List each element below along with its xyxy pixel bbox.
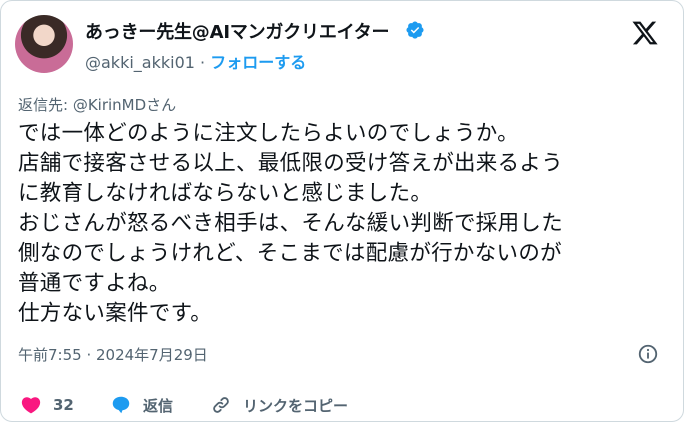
link-icon	[213, 397, 229, 413]
display-name[interactable]: あっきー先生@AIマンガクリエイター	[85, 18, 390, 44]
tweet-text-line: に教育しなければならないと感じました。	[18, 181, 433, 206]
heart-icon	[21, 397, 41, 414]
tweet-text-line: 店舗で接客させる以上、最低限の受け答えが出来るよう	[18, 151, 564, 176]
reply-bubble-icon	[112, 396, 130, 414]
like-button[interactable]: 32	[19, 393, 74, 417]
handle[interactable]: @akki_akki01	[85, 53, 195, 72]
copy-link-label: リンクをコピー	[243, 396, 349, 415]
verified-badge-icon	[406, 21, 424, 39]
reply-button[interactable]: 返信	[109, 393, 173, 417]
follow-button[interactable]: フォローする	[210, 53, 306, 72]
avatar[interactable]	[15, 15, 73, 73]
tweet-text-line: 仕方ない案件です。	[18, 301, 213, 326]
tweet-text-line: おじさんが怒るべき相手は、そんな緩い判断で採用した	[18, 211, 564, 236]
timestamp[interactable]: 午前7:55 · 2024年7月29日	[18, 344, 208, 365]
reply-to[interactable]: 返信先: @KirinMDさん	[18, 94, 176, 115]
info-icon[interactable]	[637, 343, 659, 365]
reply-label: 返信	[143, 396, 174, 415]
tweet-text-line: では一体どのように注文したらよいのでしょうか。	[18, 121, 519, 146]
like-count: 32	[53, 396, 74, 414]
tweet-card: あっきー先生@AIマンガクリエイター @akki_akki01 · フォローする…	[0, 0, 684, 422]
handle-line: @akki_akki01 · フォローする	[85, 49, 306, 73]
x-logo-icon[interactable]	[631, 19, 659, 47]
copy-link-button[interactable]: リンクをコピー	[209, 393, 348, 417]
tweet-text: では一体どのように注文したらよいのでしょうか。 店舗で接客させる以上、最低限の受…	[18, 119, 678, 329]
tweet-text-line: 側なのでしょうけれど、そこまでは配慮が行かないのが	[18, 241, 562, 266]
tweet-text-line: 普通ですよね。	[18, 271, 171, 296]
separator: ·	[200, 53, 206, 72]
